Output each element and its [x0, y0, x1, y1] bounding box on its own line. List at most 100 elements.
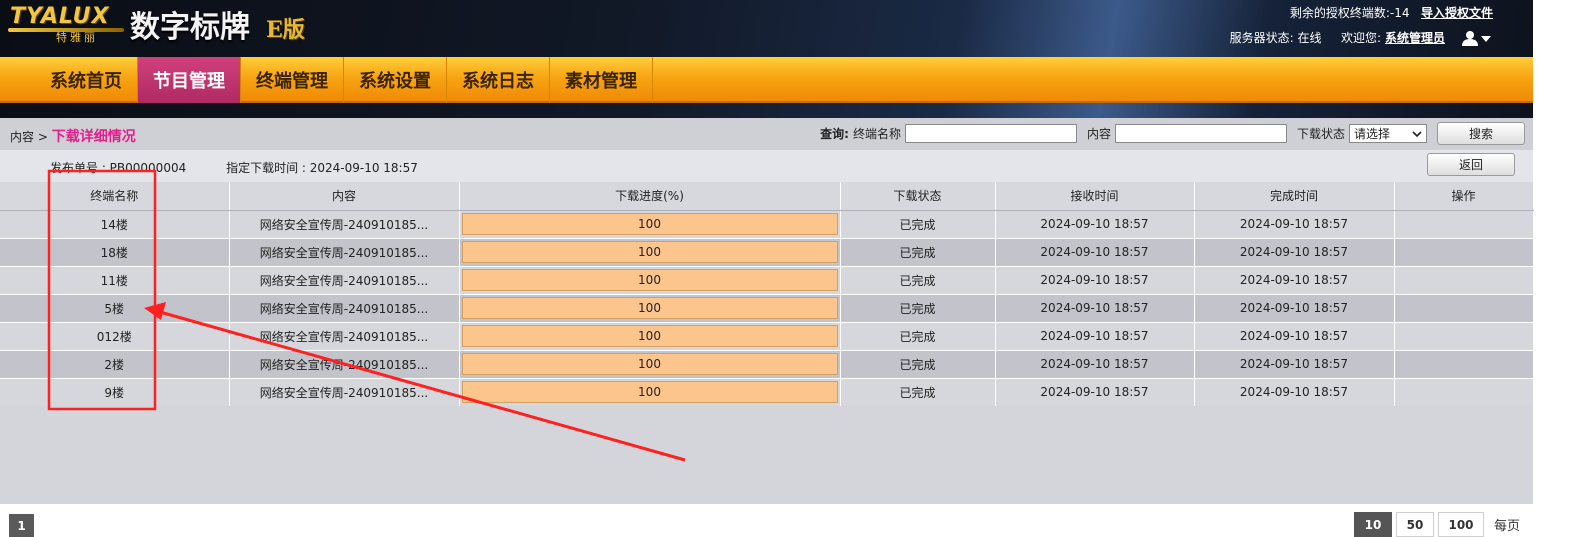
cell-finished-time: 2024-09-10 18:57: [1194, 266, 1395, 295]
table-header-row: 终端名称 内容 下载进度(%) 下载状态 接收时间 完成时间 操作: [0, 182, 1534, 211]
main-nav: 系统首页 节目管理 终端管理 系统设置 系统日志 素材管理: [0, 57, 1533, 103]
cell-content: 网络安全宣传周-240910185...: [229, 350, 460, 379]
query-bar: 查询: 终端名称 内容 下载状态 请选择 搜索: [820, 122, 1525, 145]
logo-edition: E版: [266, 17, 305, 43]
column-header-progress[interactable]: 下载进度(%): [459, 182, 841, 211]
table-row[interactable]: 11楼 网络安全宣传周-240910185... 100 已完成 2024-09-10 …: [0, 266, 1534, 295]
cell-status: 已完成: [840, 294, 996, 323]
breadcrumb-current: 下载详细情况: [51, 129, 136, 145]
scheduled-download-time: 指定下载时间 : 2024-09-10 18:57: [226, 161, 418, 175]
cell-received-time: 2024-09-10 18:57: [995, 350, 1195, 379]
toolbar: 内容 > 下载详细情况 查询: 终端名称 内容 下载状态 请选择 搜索: [0, 118, 1533, 150]
column-header-received[interactable]: 接收时间: [995, 182, 1195, 211]
cell-action: [1394, 378, 1534, 407]
page-size-50[interactable]: 50: [1396, 512, 1434, 537]
cell-status: 已完成: [840, 378, 996, 407]
terminal-name-label: 终端名称: [852, 127, 901, 141]
page-size-100[interactable]: 100: [1438, 512, 1484, 537]
app-window: TYALUX 特雅丽 数字标牌 E版 剩余的授权终端数:-14 导入授权文件 服…: [0, 0, 1569, 537]
cell-content: 网络安全宣传周-240910185...: [229, 266, 460, 295]
cell-action: [1394, 238, 1534, 267]
cell-received-time: 2024-09-10 18:57: [995, 322, 1195, 351]
breadcrumb: 内容 > 下载详细情况: [10, 126, 136, 146]
cell-status: 已完成: [840, 266, 996, 295]
progress-bar: 100: [461, 381, 838, 403]
header: TYALUX 特雅丽 数字标牌 E版 剩余的授权终端数:-14 导入授权文件 服…: [0, 0, 1533, 118]
cell-content: 网络安全宣传周-240910185...: [229, 210, 460, 239]
license-info: 剩余的授权终端数:-14 导入授权文件: [1290, 4, 1493, 21]
nav-item-media[interactable]: 素材管理: [550, 57, 653, 103]
cell-progress: 100: [459, 294, 841, 323]
table-body: 14楼 网络安全宣传周-240910185... 100 已完成 2024-09-10 …: [0, 210, 1534, 407]
cell-action: [1394, 350, 1534, 379]
cell-status: 已完成: [840, 238, 996, 267]
cell-received-time: 2024-09-10 18:57: [995, 266, 1195, 295]
cell-status: 已完成: [840, 210, 996, 239]
cell-finished-time: 2024-09-10 18:57: [1194, 238, 1395, 267]
chevron-down-icon: [1412, 130, 1422, 137]
logo-sub: 特雅丽: [56, 31, 98, 44]
cell-progress: 100: [459, 378, 841, 407]
cell-content: 网络安全宣传周-240910185...: [229, 238, 460, 267]
content-input[interactable]: [1114, 124, 1287, 143]
cell-progress: 100: [459, 210, 841, 239]
column-header-status[interactable]: 下载状态: [840, 182, 996, 211]
nav-item-terminal[interactable]: 终端管理: [241, 57, 344, 103]
cell-terminal-name: 2楼: [0, 350, 230, 379]
cell-terminal-name: 11楼: [0, 266, 230, 295]
page-button-current[interactable]: 1: [9, 514, 34, 537]
cell-finished-time: 2024-09-10 18:57: [1194, 210, 1395, 239]
cell-progress: 100: [459, 322, 841, 351]
publish-number: 发布单号 : PB00000004: [50, 161, 187, 175]
terminal-name-input[interactable]: [904, 124, 1077, 143]
username-link[interactable]: 系统管理员: [1385, 29, 1445, 46]
cell-action: [1394, 210, 1534, 239]
publish-info: 发布单号 : PB00000004 指定下载时间 : 2024-09-10 18…: [50, 159, 454, 176]
table-row[interactable]: 14楼 网络安全宣传周-240910185... 100 已完成 2024-09-10 …: [0, 210, 1534, 239]
cell-finished-time: 2024-09-10 18:57: [1194, 322, 1395, 351]
nav-item-settings[interactable]: 系统设置: [344, 57, 447, 103]
cell-content: 网络安全宣传周-240910185...: [229, 322, 460, 351]
back-button[interactable]: 返回: [1427, 153, 1515, 176]
progress-bar: 100: [461, 269, 838, 291]
table-row[interactable]: 012楼 网络安全宣传周-240910185... 100 已完成 2024-09-10…: [0, 322, 1534, 351]
column-header-action: 操作: [1394, 182, 1534, 211]
cell-terminal-name: 5楼: [0, 294, 230, 323]
progress-bar: 100: [461, 241, 838, 263]
nav-item-home[interactable]: 系统首页: [35, 57, 138, 103]
search-button[interactable]: 搜索: [1437, 122, 1525, 145]
breadcrumb-parent[interactable]: 内容 >: [10, 130, 48, 144]
cell-terminal-name: 012楼: [0, 322, 230, 351]
nav-item-logs[interactable]: 系统日志: [447, 57, 550, 103]
user-menu-icon[interactable]: [1461, 30, 1493, 46]
download-status-value: 请选择: [1354, 127, 1391, 141]
user-info: 服务器状态: 在线 欢迎您: 系统管理员: [1230, 29, 1493, 46]
nav-item-program[interactable]: 节目管理: [138, 57, 241, 103]
cell-action: [1394, 322, 1534, 351]
download-detail-table: 终端名称 内容 下载进度(%) 下载状态 接收时间 完成时间 操作 14楼 网络安…: [0, 182, 1534, 407]
column-header-finished[interactable]: 完成时间: [1194, 182, 1395, 211]
query-label: 查询:: [820, 127, 849, 141]
table-row[interactable]: 18楼 网络安全宣传周-240910185... 100 已完成 2024-09-10 …: [0, 238, 1534, 267]
info-bar: 发布单号 : PB00000004 指定下载时间 : 2024-09-10 18…: [0, 150, 1533, 182]
table-row[interactable]: 5楼 网络安全宣传周-240910185... 100 已完成 2024-09-10 1…: [0, 294, 1534, 323]
cell-action: [1394, 294, 1534, 323]
license-count: 剩余的授权终端数:-14: [1289, 6, 1410, 20]
per-page-label: 每页: [1494, 519, 1521, 534]
cell-received-time: 2024-09-10 18:57: [995, 378, 1195, 407]
welcome-label: 欢迎您:: [1340, 31, 1381, 45]
table-row[interactable]: 9楼 网络安全宣传周-240910185... 100 已完成 2024-09-10 1…: [0, 378, 1534, 407]
cell-action: [1394, 266, 1534, 295]
cell-progress: 100: [459, 238, 841, 267]
logo: TYALUX 特雅丽 数字标牌 E版: [8, 2, 338, 52]
import-license-link[interactable]: 导入授权文件: [1421, 6, 1493, 20]
table-row[interactable]: 2楼 网络安全宣传周-240910185... 100 已完成 2024-09-10 1…: [0, 350, 1534, 379]
column-header-terminal[interactable]: 终端名称: [0, 182, 230, 211]
cell-status: 已完成: [840, 322, 996, 351]
download-status-select[interactable]: 请选择: [1349, 124, 1427, 143]
logo-title: 数字标牌: [130, 10, 250, 45]
column-header-content[interactable]: 内容: [229, 182, 460, 211]
page-size-10[interactable]: 10: [1354, 512, 1392, 537]
cell-terminal-name: 14楼: [0, 210, 230, 239]
cell-terminal-name: 9楼: [0, 378, 230, 407]
